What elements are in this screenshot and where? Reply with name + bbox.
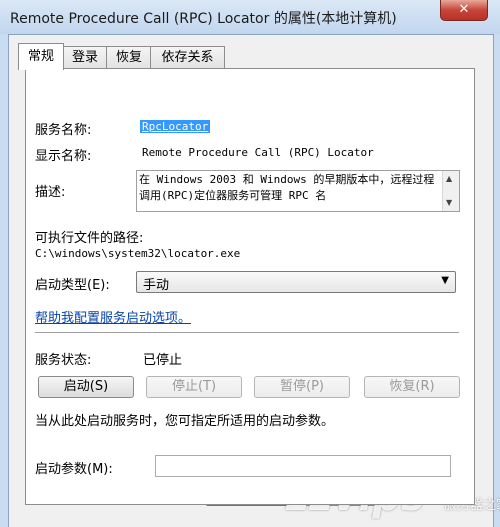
start-params-hint: 当从此处启动服务时，您可指定所适用的启动参数。: [35, 414, 335, 429]
resume-button[interactable]: 恢复(R): [364, 376, 460, 398]
start-params-label: 启动参数(M):: [35, 462, 113, 477]
exe-path-label: 可执行文件的路径:: [35, 231, 144, 246]
start-button[interactable]: 启动(S): [38, 376, 134, 398]
display-name-value[interactable]: Remote Procedure Call (RPC) Locator: [142, 146, 374, 159]
divider: [35, 332, 459, 333]
window-title: Remote Procedure Call (RPC) Locator 的属性(…: [10, 11, 397, 27]
dialog-client-area: 常规 登录 恢复 依存关系 服务名称: RpcLocator 显示名称: Rem…: [8, 34, 494, 527]
startup-type-value: 手动: [143, 278, 170, 293]
scroll-up-icon[interactable]: ▲: [446, 174, 452, 183]
scroll-down-icon[interactable]: ▼: [446, 198, 452, 207]
service-status-value: 已停止: [143, 353, 183, 368]
pause-button[interactable]: 暂停(P): [254, 376, 350, 398]
tab-logon[interactable]: 登录: [62, 46, 108, 69]
display-name-label: 显示名称:: [35, 149, 92, 164]
start-params-input[interactable]: [155, 455, 451, 477]
description-label: 描述:: [35, 185, 66, 200]
service-name-label: 服务名称:: [35, 123, 92, 138]
tab-recovery[interactable]: 恢复: [106, 46, 152, 69]
startup-type-label: 启动类型(E):: [35, 278, 110, 293]
description-scrollbar[interactable]: ▲ ▼: [442, 171, 459, 211]
general-tab-panel: 服务名称: RpcLocator 显示名称: Remote Procedure …: [25, 68, 475, 505]
tab-dependencies[interactable]: 依存关系: [150, 46, 225, 69]
service-status-label: 服务状态:: [35, 353, 92, 368]
chevron-down-icon: ▼: [441, 275, 449, 286]
close-button[interactable]: ✕: [440, 0, 488, 21]
help-configure-link[interactable]: 帮助我配置服务启动选项。: [35, 307, 191, 326]
tab-general[interactable]: 常规: [18, 43, 64, 70]
service-name-value[interactable]: RpcLocator: [140, 120, 211, 133]
exe-path-value[interactable]: C:\windows\system32\locator.exe: [35, 247, 240, 260]
description-field[interactable]: 在 Windows 2003 和 Windows 的早期版本中，远程过程调用(R…: [136, 170, 460, 212]
stop-button[interactable]: 停止(T): [146, 376, 242, 398]
description-text: 在 Windows 2003 和 Windows 的早期版本中，远程过程调用(R…: [139, 173, 435, 202]
close-icon: ✕: [458, 2, 470, 17]
startup-type-select[interactable]: 手动 ▼: [136, 271, 456, 293]
title-bar: Remote Procedure Call (RPC) Locator 的属性(…: [0, 0, 500, 34]
